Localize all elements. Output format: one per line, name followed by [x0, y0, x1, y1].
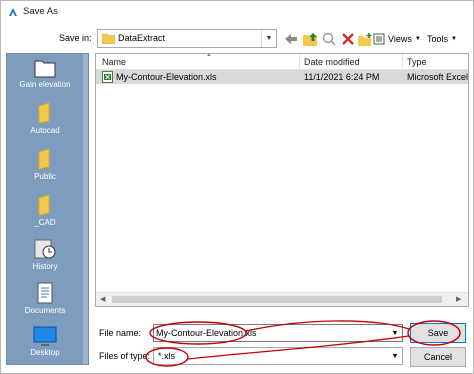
file-name-cell: My-Contour-Elevation.xls [116, 72, 217, 82]
sort-caret-icon: ▲ [206, 53, 212, 58]
chevron-down-icon[interactable]: ▼ [261, 30, 276, 47]
file-type-cell: Microsoft Excel [407, 72, 469, 82]
up-folder-icon[interactable] [302, 30, 318, 48]
desktop-icon [33, 326, 57, 346]
column-header-type[interactable]: Type [407, 57, 427, 67]
cancel-button[interactable]: Cancel [410, 347, 466, 367]
file-name-value: My-Contour-Elevation.xls [156, 328, 257, 338]
views-label: Views [388, 34, 412, 44]
folder-icon [38, 148, 50, 170]
back-arrow-icon[interactable] [283, 30, 299, 48]
excel-file-icon [102, 71, 113, 83]
views-button[interactable]: Views ▼ [373, 30, 421, 48]
scrollbar-thumb[interactable] [112, 296, 442, 303]
folder-outline-icon [34, 60, 56, 78]
column-divider[interactable] [299, 54, 300, 70]
places-scrollbar[interactable] [83, 54, 88, 364]
file-type-value: *.xls [158, 351, 176, 361]
table-row[interactable]: My-Contour-Elevation.xls 11/1/2021 6:24 … [96, 70, 468, 84]
file-date-cell: 11/1/2021 6:24 PM [304, 72, 380, 82]
save-in-value: DataExtract [118, 33, 166, 43]
scroll-right-icon[interactable]: ▶ [456, 295, 461, 303]
toolbar: Save in: DataExtract ▼ Views ▼ Tools ▼ [1, 27, 473, 51]
chevron-down-icon[interactable]: ▼ [388, 325, 402, 341]
place-public[interactable]: Public [7, 148, 83, 181]
new-folder-icon[interactable] [357, 30, 373, 48]
file-list: ▲ Name Date modified Type My-Contour-Ele… [95, 53, 469, 307]
caret-down-icon: ▼ [414, 36, 421, 42]
autocad-app-icon [9, 8, 17, 16]
column-header-name[interactable]: Name [102, 57, 126, 67]
scroll-left-icon[interactable]: ◀ [100, 295, 105, 303]
places-bar: Gain elevation Autocad Public _CAD Histo… [6, 53, 89, 365]
title-bar: Save As [1, 1, 473, 23]
place-documents[interactable]: Documents [7, 282, 83, 315]
place-gain-elevation[interactable]: Gain elevation [7, 58, 83, 89]
delete-icon[interactable] [340, 30, 356, 48]
folder-icon [38, 194, 50, 216]
views-icon [373, 33, 385, 45]
file-type-label: Files of type: [99, 351, 151, 361]
file-type-dropdown[interactable]: *.xls ▼ [153, 347, 403, 365]
column-divider[interactable] [402, 54, 403, 70]
tools-button[interactable]: Tools ▼ [427, 30, 457, 48]
place-history[interactable]: History [7, 238, 83, 271]
horizontal-scrollbar[interactable]: ◀ ▶ [96, 292, 468, 306]
search-web-icon[interactable] [321, 30, 337, 48]
column-header-date[interactable]: Date modified [304, 57, 360, 67]
file-list-header: ▲ Name Date modified Type [96, 54, 468, 70]
caret-down-icon: ▼ [451, 36, 457, 42]
save-button[interactable]: Save [410, 323, 466, 343]
documents-icon [37, 282, 53, 304]
file-name-label: File name: [99, 328, 142, 338]
folder-icon [102, 33, 115, 44]
save-as-dialog: Save As Save in: DataExtract ▼ Views ▼ T… [0, 0, 474, 374]
place-cad[interactable]: _CAD [7, 194, 83, 227]
place-desktop[interactable]: Desktop [7, 326, 83, 357]
chevron-down-icon[interactable]: ▼ [388, 348, 402, 364]
place-autocad[interactable]: Autocad [7, 102, 83, 135]
save-in-label: Save in: [59, 33, 92, 43]
file-name-input[interactable]: My-Contour-Elevation.xls ▼ [153, 324, 403, 342]
tools-label: Tools [427, 34, 449, 44]
save-in-dropdown[interactable]: DataExtract ▼ [97, 29, 277, 48]
window-title: Save As [23, 6, 58, 17]
folder-icon [38, 102, 50, 124]
history-icon [34, 239, 56, 259]
